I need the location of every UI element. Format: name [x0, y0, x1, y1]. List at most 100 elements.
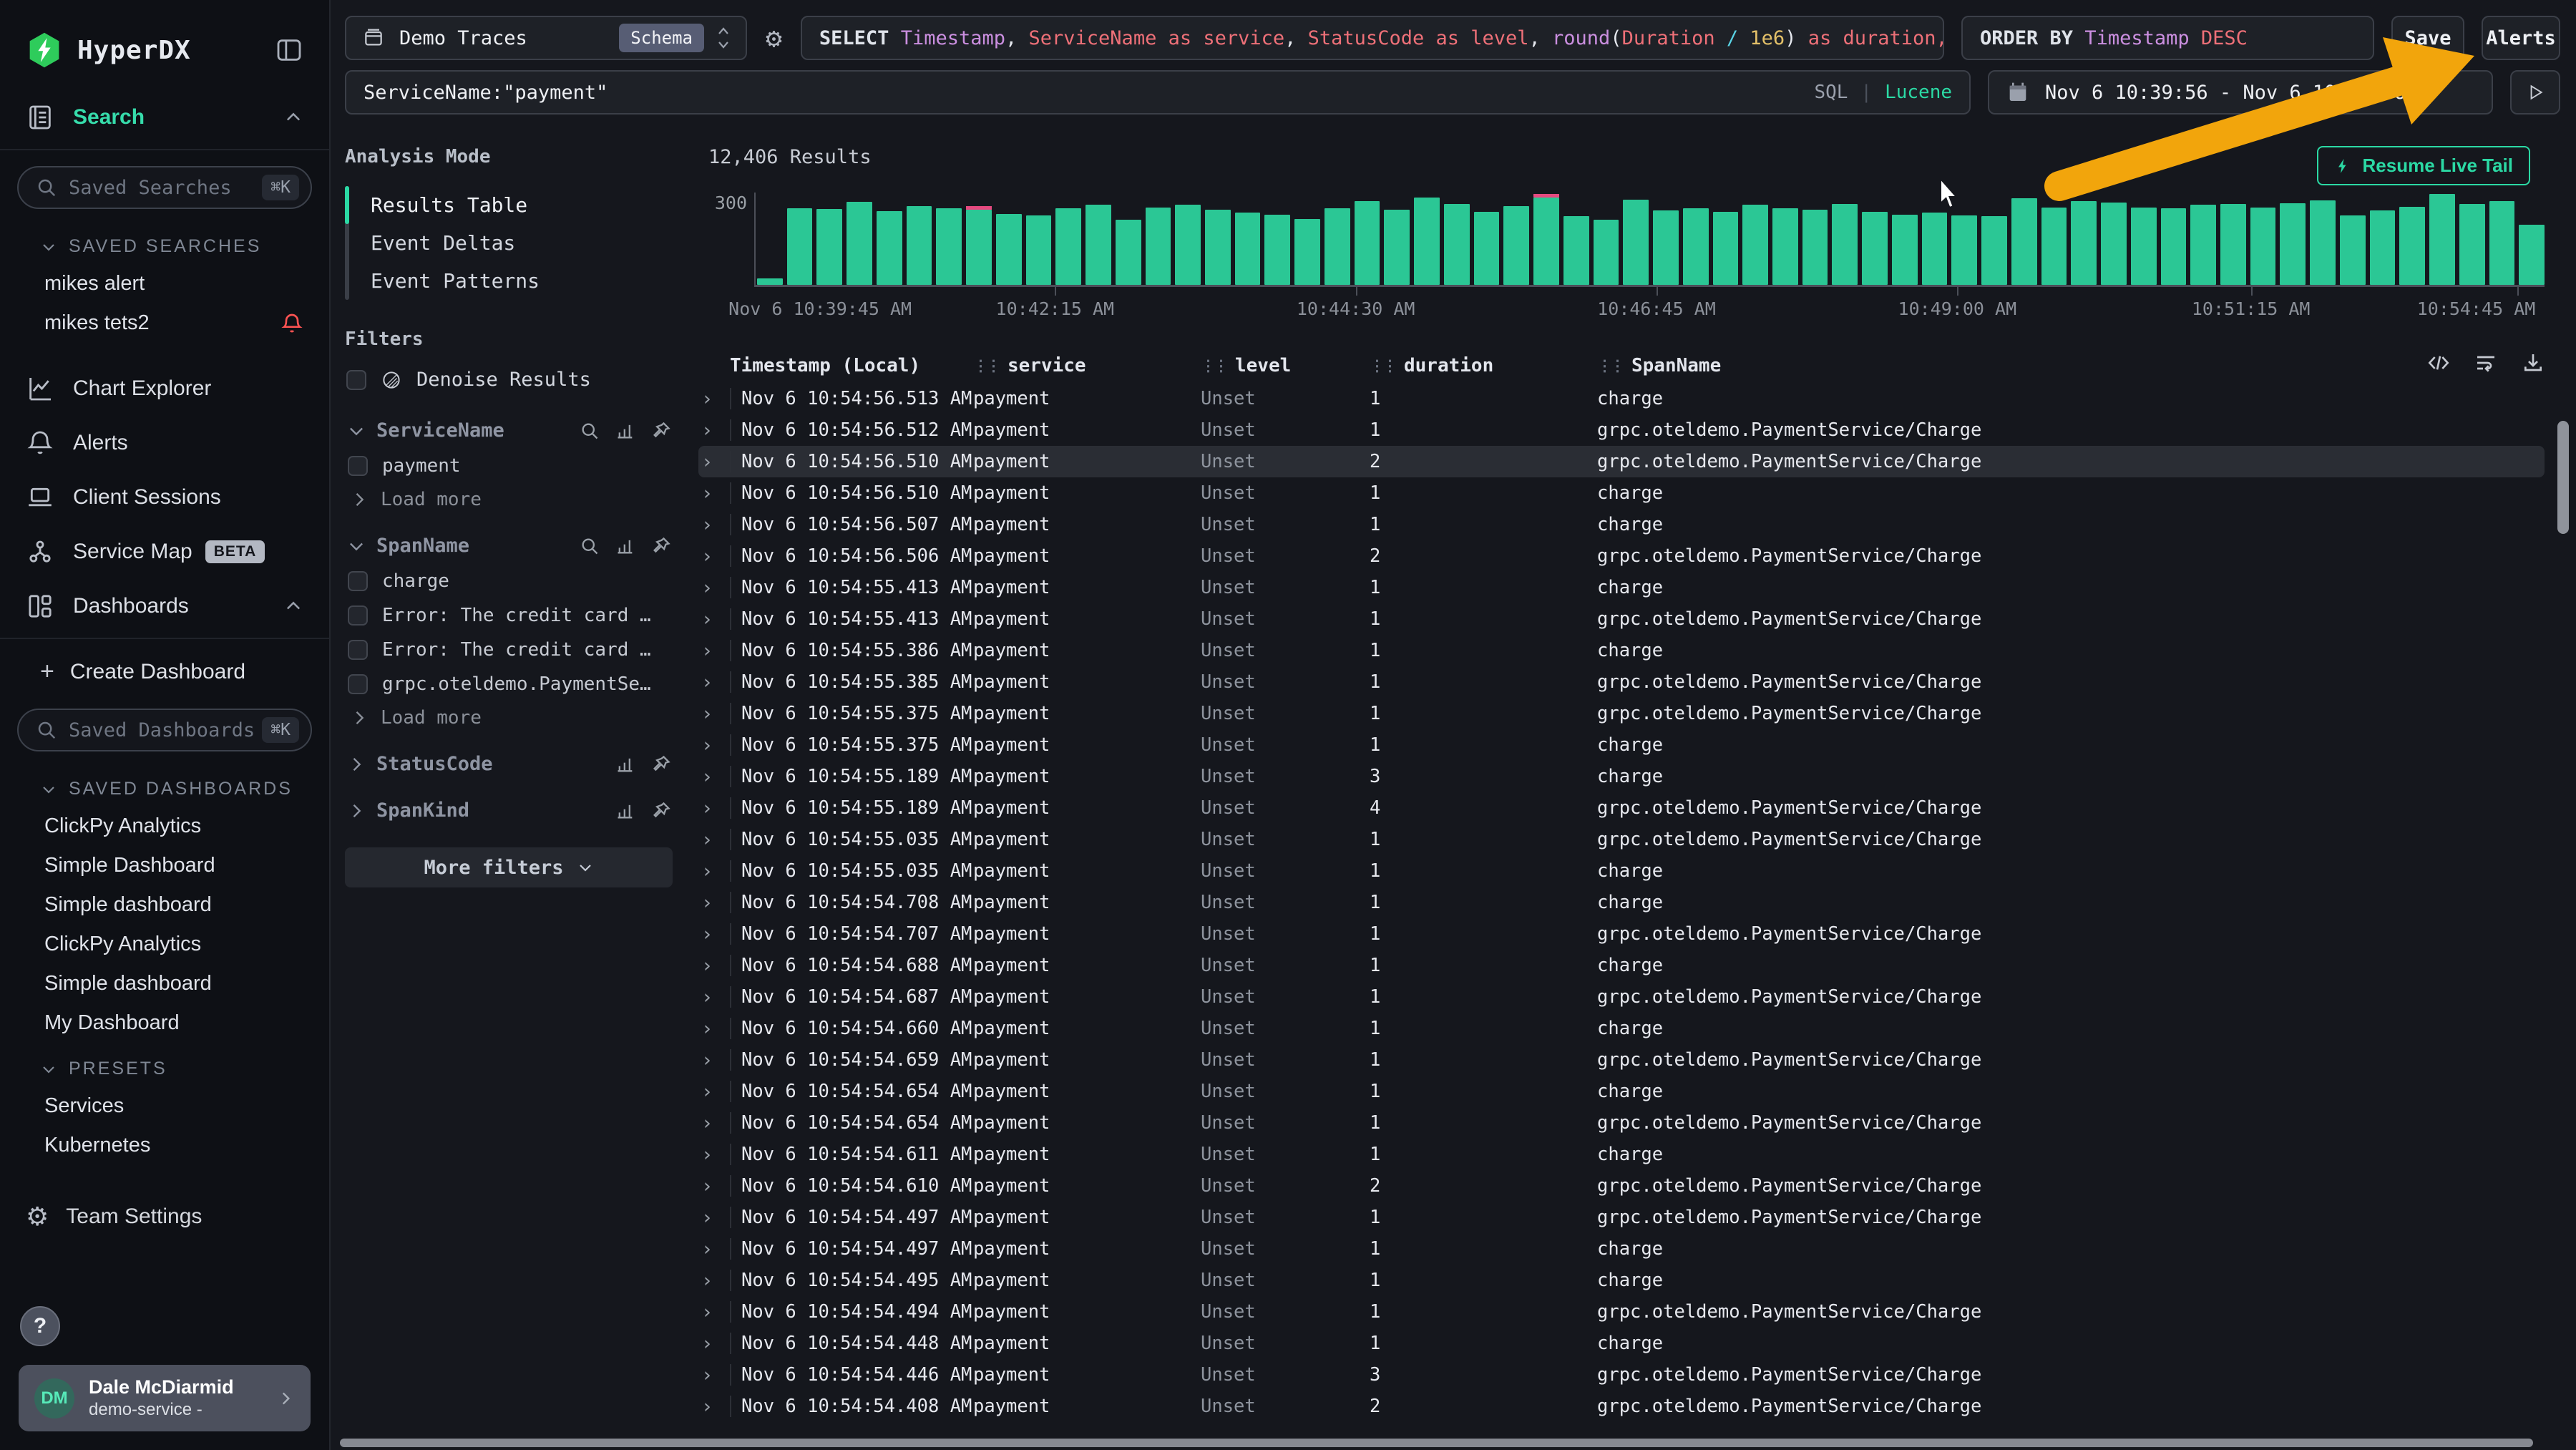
search-query-box[interactable]: SQL | Lucene [345, 70, 1971, 115]
saved-search-item[interactable]: mikes tets2 [0, 303, 329, 343]
table-row[interactable]: ›Nov 6 10:54:54.654 AMpaymentUnset1grpc.… [698, 1107, 2545, 1139]
table-row[interactable]: ›Nov 6 10:54:54.707 AMpaymentUnset1grpc.… [698, 918, 2545, 950]
expand-row-icon[interactable]: › [698, 577, 730, 599]
filter-value-option[interactable]: charge [345, 564, 673, 598]
histogram-bar[interactable] [2340, 215, 2366, 285]
pin-icon[interactable] [651, 536, 671, 556]
lucene-mode-toggle[interactable]: Lucene [1885, 82, 1952, 103]
histogram-bar[interactable] [1414, 198, 1440, 285]
saved-dashboard-item[interactable]: ClickPy Analytics [0, 807, 329, 846]
expand-row-icon[interactable]: › [698, 545, 730, 568]
histogram-bar[interactable] [936, 208, 962, 285]
histogram-bar[interactable] [2429, 194, 2455, 285]
histogram-bar[interactable] [1205, 210, 1231, 285]
saved-dashboard-item[interactable]: Simple Dashboard [0, 846, 329, 885]
table-row[interactable]: ›Nov 6 10:54:55.385 AMpaymentUnset1grpc.… [698, 666, 2545, 698]
expand-row-icon[interactable]: › [698, 1018, 730, 1040]
resume-live-tail-button[interactable]: Resume Live Tail [2317, 146, 2531, 185]
table-row[interactable]: ›Nov 6 10:54:54.448 AMpaymentUnset1charg… [698, 1328, 2545, 1359]
expand-row-icon[interactable]: › [698, 734, 730, 756]
download-icon[interactable] [2522, 351, 2545, 374]
saved-searches-searchbox[interactable]: ⌘K [17, 166, 312, 209]
histogram-bar[interactable] [1503, 206, 1529, 285]
saved-searches-input[interactable] [69, 177, 262, 199]
table-row[interactable]: ›Nov 6 10:54:55.386 AMpaymentUnset1charg… [698, 635, 2545, 666]
column-header-duration[interactable]: ⋮⋮duration [1370, 355, 1597, 376]
table-row[interactable]: ›Nov 6 10:54:56.512 AMpaymentUnset1grpc.… [698, 414, 2545, 446]
histogram-bar[interactable] [1264, 215, 1290, 285]
table-row[interactable]: ›Nov 6 10:54:56.513 AMpaymentUnset1charg… [698, 383, 2545, 414]
expand-row-icon[interactable]: › [698, 1333, 730, 1355]
histogram-bar[interactable] [757, 278, 783, 285]
table-row[interactable]: ›Nov 6 10:54:54.446 AMpaymentUnset3grpc.… [698, 1359, 2545, 1391]
histogram-bar[interactable] [1324, 208, 1350, 285]
expand-row-icon[interactable]: › [698, 482, 730, 505]
table-row[interactable]: ›Nov 6 10:54:54.660 AMpaymentUnset1charg… [698, 1013, 2545, 1044]
filter-value-option[interactable]: grpc.oteldemo.PaymentSe… [345, 667, 673, 701]
histogram-bar[interactable] [2220, 204, 2246, 285]
filter-value-option[interactable]: Error: The credit card … [345, 633, 673, 667]
histogram-bar[interactable] [2310, 200, 2336, 285]
table-row[interactable]: ›Nov 6 10:54:54.497 AMpaymentUnset1grpc.… [698, 1202, 2545, 1233]
histogram-bar[interactable] [1055, 208, 1081, 285]
analysis-mode-item-event-deltas[interactable]: Event Deltas [371, 224, 540, 262]
expand-row-icon[interactable]: › [698, 1144, 730, 1166]
collapse-sidebar-icon[interactable] [275, 36, 303, 64]
histogram-bar[interactable] [2370, 210, 2396, 285]
filter-value-option[interactable]: Error: The credit card … [345, 598, 673, 633]
wrap-text-icon[interactable] [2474, 351, 2497, 374]
histogram-bar[interactable] [1683, 208, 1709, 285]
histogram-bar[interactable] [1116, 220, 1141, 285]
histogram-bar[interactable] [996, 214, 1022, 285]
column-header-service[interactable]: ⋮⋮service [973, 355, 1201, 376]
column-grip-icon[interactable]: ⋮⋮ [1370, 357, 1395, 374]
expand-row-icon[interactable]: › [698, 1238, 730, 1260]
load-more-button[interactable]: Load more [345, 701, 673, 736]
table-row[interactable]: ›Nov 6 10:54:56.510 AMpaymentUnset2grpc.… [698, 446, 2545, 477]
sidebar-item-dashboards[interactable]: Dashboards [0, 579, 329, 633]
expand-row-icon[interactable]: › [698, 955, 730, 977]
table-row[interactable]: ›Nov 6 10:54:55.413 AMpaymentUnset1grpc.… [698, 603, 2545, 635]
expand-row-icon[interactable]: › [698, 860, 730, 882]
histogram-bar[interactable] [1474, 212, 1500, 285]
table-row[interactable]: ›Nov 6 10:54:55.035 AMpaymentUnset1charg… [698, 855, 2545, 887]
analysis-mode-item-event-patterns[interactable]: Event Patterns [371, 262, 540, 300]
saved-search-item[interactable]: mikes alert [0, 264, 329, 303]
filter-checkbox[interactable] [348, 674, 368, 694]
load-more-button[interactable]: Load more [345, 483, 673, 517]
bar-chart-icon[interactable] [615, 421, 635, 441]
table-row[interactable]: ›Nov 6 10:54:55.189 AMpaymentUnset4grpc.… [698, 792, 2545, 824]
column-header-spanname[interactable]: ⋮⋮SpanName [1597, 355, 2545, 376]
table-row[interactable]: ›Nov 6 10:54:55.375 AMpaymentUnset1charg… [698, 729, 2545, 761]
expand-row-icon[interactable]: › [698, 797, 730, 819]
histogram-bar[interactable] [1384, 210, 1410, 285]
histogram-bar[interactable] [2459, 204, 2485, 285]
sidebar-item-alerts[interactable]: Alerts [0, 416, 329, 470]
sidebar-item-service-map[interactable]: Service Map BETA [0, 525, 329, 579]
order-by-editor[interactable]: ORDER BY Timestamp DESC [1961, 16, 2374, 60]
preset-item[interactable]: Kubernetes [0, 1126, 329, 1165]
data-source-select[interactable]: Demo Traces Schema [345, 16, 747, 60]
histogram-bar[interactable] [847, 202, 872, 285]
histogram-bar[interactable] [2131, 208, 2157, 285]
filter-checkbox[interactable] [348, 640, 368, 660]
denoise-results-toggle[interactable]: Denoise Results [346, 369, 673, 391]
histogram-bar[interactable] [1802, 210, 1828, 285]
histogram-bar[interactable] [1026, 215, 1052, 285]
denoise-checkbox[interactable] [346, 370, 366, 390]
sidebar-item-search[interactable]: Search [0, 90, 329, 145]
table-row[interactable]: ›Nov 6 10:54:55.035 AMpaymentUnset1grpc.… [698, 824, 2545, 855]
saved-dashboards-searchbox[interactable]: ⌘K [17, 709, 312, 751]
histogram-bars[interactable] [754, 193, 2545, 287]
save-button[interactable]: Save [2391, 16, 2464, 60]
filter-checkbox[interactable] [348, 571, 368, 591]
expand-row-icon[interactable]: › [698, 608, 730, 631]
table-row[interactable]: ›Nov 6 10:54:54.494 AMpaymentUnset1grpc.… [698, 1296, 2545, 1328]
table-row[interactable]: ›Nov 6 10:54:54.497 AMpaymentUnset1charg… [698, 1233, 2545, 1265]
histogram-bar[interactable] [787, 208, 813, 285]
filter-section-header[interactable]: SpanKind [345, 792, 673, 829]
expand-row-icon[interactable]: › [698, 1175, 730, 1197]
filter-checkbox[interactable] [348, 605, 368, 626]
histogram-bar[interactable] [2489, 201, 2515, 285]
presets-section-header[interactable]: PRESETS [0, 1043, 329, 1086]
